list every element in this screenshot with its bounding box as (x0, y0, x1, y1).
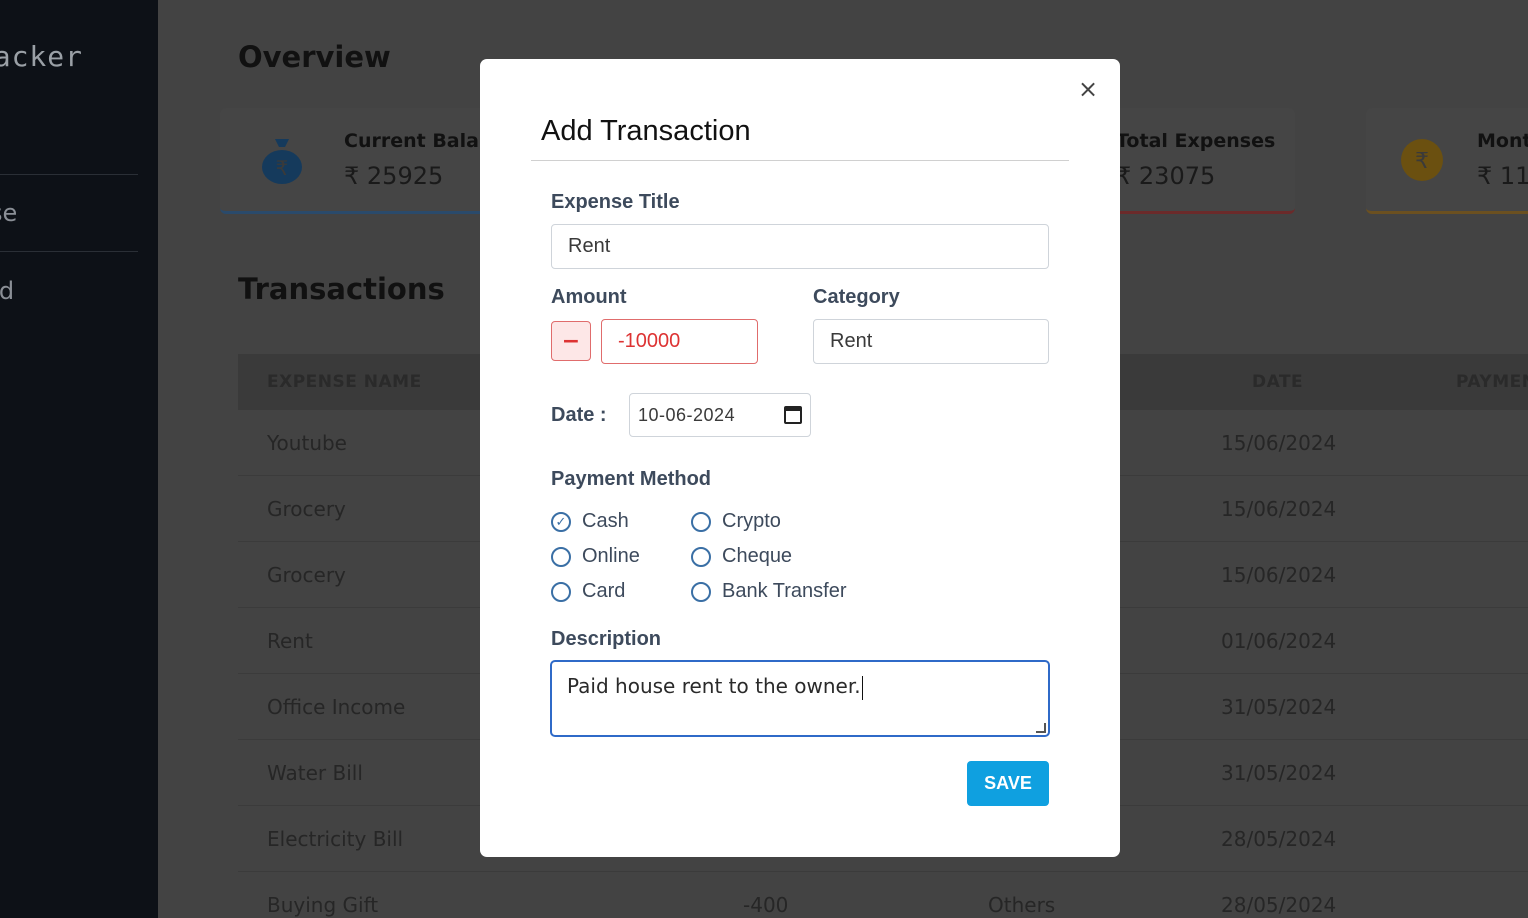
cell-date: 15/06/2024 (1221, 563, 1337, 587)
sidebar: Tracker me ense oard (0, 0, 158, 918)
column-header-name: EXPENSE NAME (267, 372, 422, 392)
payment-option-cheque[interactable]: Cheque (691, 545, 792, 568)
payment-option-label: Crypto (722, 510, 781, 532)
calendar-icon[interactable] (784, 406, 802, 424)
payment-option-online[interactable]: Online (551, 545, 640, 568)
card-title: Total Expenses (1116, 130, 1276, 152)
close-icon[interactable]: × (1078, 77, 1098, 101)
transactions-heading: Transactions (238, 272, 445, 306)
text-caret (861, 675, 863, 700)
card-value: ₹ 119 (1477, 162, 1528, 190)
card-value: ₹ 23075 (1116, 162, 1216, 190)
amount-label: Amount (551, 286, 627, 308)
cell-date: 15/06/2024 (1221, 497, 1337, 521)
save-button[interactable]: SAVE (967, 761, 1049, 806)
cell-expense-name: Buying Gift (267, 893, 379, 917)
cell-category: Others (988, 893, 1056, 917)
cell-date: 28/05/2024 (1221, 893, 1337, 917)
card-value: ₹ 25925 (344, 162, 444, 190)
amount-input[interactable]: -10000 (601, 319, 758, 364)
payment-option-crypto[interactable]: Crypto (691, 510, 781, 533)
payment-option-label: Bank Transfer (722, 580, 847, 602)
expense-title-input[interactable]: Rent (551, 224, 1049, 269)
sidebar-item-dashboard[interactable]: oard (0, 252, 138, 329)
payment-option-label: Cash (582, 510, 629, 532)
cell-expense-name: Water Bill (267, 761, 363, 785)
radio-checked-icon[interactable]: ✓ (551, 511, 571, 532)
cell-date: 31/05/2024 (1221, 761, 1337, 785)
payment-option-card[interactable]: Card (551, 580, 625, 603)
category-input[interactable]: Rent (813, 319, 1049, 364)
app-brand: Tracker (0, 40, 84, 73)
description-label: Description (551, 628, 662, 650)
radio-icon[interactable] (691, 581, 711, 602)
payment-option-label: Cheque (722, 545, 793, 567)
column-header-date: DATE (1252, 372, 1304, 392)
payment-option-cash[interactable]: ✓ Cash (551, 510, 629, 533)
cell-date: 31/05/2024 (1221, 695, 1337, 719)
cell-date: 01/06/2024 (1221, 629, 1337, 653)
table-row[interactable]: Buying Gift -400 Others 28/05/2024 (238, 872, 1528, 918)
add-transaction-modal: × Add Transaction Expense Title Rent Amo… (480, 59, 1120, 857)
svg-text:₹: ₹ (1415, 149, 1429, 174)
date-input[interactable]: 10-06-2024 (629, 393, 811, 437)
resize-handle-icon[interactable] (1036, 723, 1046, 733)
cell-date: 15/06/2024 (1221, 431, 1337, 455)
modal-divider (531, 160, 1069, 161)
overview-heading: Overview (238, 40, 391, 74)
cell-expense-name: Office Income (267, 695, 406, 719)
description-textarea[interactable]: Paid house rent to the owner. (550, 660, 1050, 737)
cell-expense-name: Grocery (267, 497, 346, 521)
sidebar-item-label: ense (0, 199, 18, 227)
category-label: Category (813, 286, 900, 308)
expense-title-label: Expense Title (551, 191, 680, 213)
radio-icon[interactable] (691, 546, 711, 567)
sidebar-item-income[interactable]: me (0, 98, 138, 175)
cell-expense-name: Electricity Bill (267, 827, 404, 851)
radio-icon[interactable] (691, 511, 711, 532)
radio-icon[interactable] (551, 546, 571, 567)
payment-method-label: Payment Method (551, 468, 712, 490)
date-value: 10-06-2024 (638, 404, 736, 425)
sidebar-item-expense[interactable]: ense (0, 175, 138, 252)
cell-expense-name: Grocery (267, 563, 346, 587)
column-header-payment: PAYMEN (1456, 372, 1528, 392)
description-text: Paid house rent to the owner. (567, 674, 861, 698)
amount-sign-button[interactable]: − (551, 321, 591, 361)
money-bag-icon: ₹ (260, 136, 304, 184)
date-label: Date : (551, 404, 607, 426)
sidebar-item-label: oard (0, 276, 15, 305)
payment-option-label: Card (582, 580, 626, 602)
rupee-coin-icon: ₹ (1400, 136, 1444, 184)
modal-title: Add Transaction (541, 115, 751, 147)
payment-option-bank-transfer[interactable]: Bank Transfer (691, 580, 847, 603)
cell-expense-name: Rent (267, 629, 313, 653)
cell-amount: -400 (743, 893, 789, 917)
monthly-card: ₹ Mont ₹ 119 (1366, 108, 1528, 214)
radio-icon[interactable] (551, 581, 571, 602)
card-title: Mont (1477, 130, 1528, 152)
svg-text:₹: ₹ (276, 156, 289, 180)
cell-expense-name: Youtube (267, 431, 347, 455)
payment-option-label: Online (582, 545, 640, 567)
cell-date: 28/05/2024 (1221, 827, 1337, 851)
